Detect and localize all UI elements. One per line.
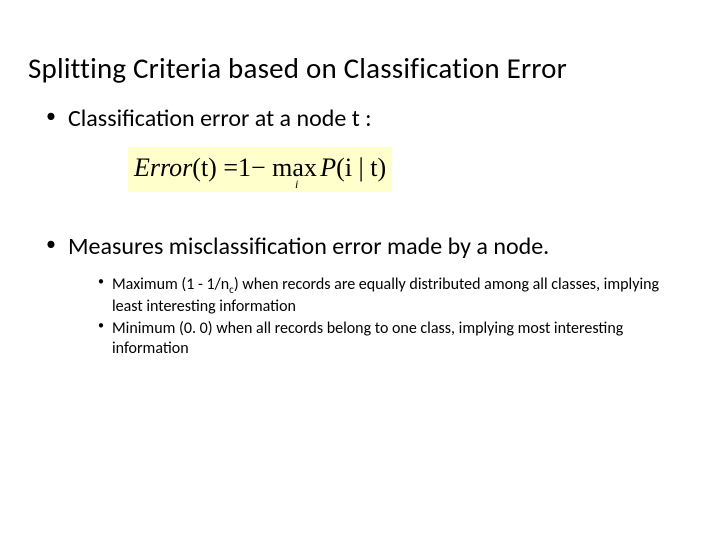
sub-max-a: Maximum (1 - 1/n: [112, 275, 229, 294]
formula-block: Error(t) =1− maxiP(i | t): [128, 147, 692, 192]
slide-title: Splitting Criteria based on Classificati…: [28, 50, 692, 86]
subbullet-maximum: Maximum (1 - 1/nc) when records are equa…: [98, 275, 692, 317]
bullet-classification-error: Classification error at a node t :: [46, 104, 692, 133]
formula-one: 1: [238, 153, 251, 182]
formula-P: P: [320, 153, 336, 182]
formula-sub-i: i: [295, 177, 298, 191]
formula-cond: (i | t): [336, 153, 386, 182]
bullet-measures: Measures misclassification error made by…: [46, 232, 692, 261]
error-formula: Error(t) =1− maxiP(i | t): [128, 147, 392, 192]
formula-lhs: Error: [134, 153, 192, 182]
formula-arg: (t): [192, 153, 217, 182]
formula-eq: =: [223, 153, 238, 182]
formula-minus: −: [251, 153, 266, 182]
subbullet-minimum: Minimum (0. 0) when all records belong t…: [98, 319, 692, 359]
